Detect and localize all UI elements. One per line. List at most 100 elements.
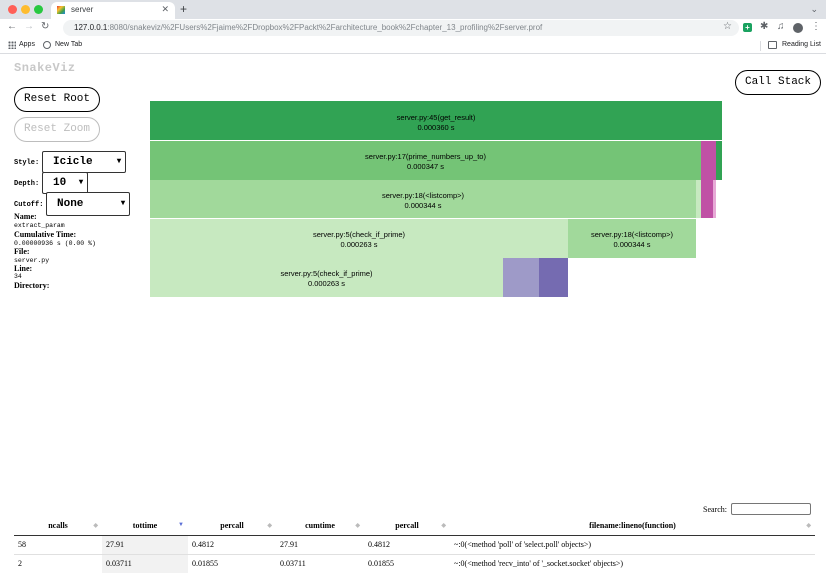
bookmarks-divider	[760, 41, 761, 51]
chevron-down-icon: ▾	[78, 178, 83, 187]
block-label: server.py:17(prime_numbers_up_to)	[365, 152, 486, 161]
block-time: 0.000263 s	[340, 240, 378, 249]
back-icon[interactable]: ←	[7, 21, 17, 32]
window-zoom-button[interactable]	[34, 5, 43, 14]
bookmark-apps[interactable]: Apps	[19, 41, 35, 48]
block-time: 0.000347 s	[406, 162, 445, 171]
forward-icon[interactable]: →	[24, 21, 34, 32]
cell-ncalls: 58	[14, 535, 102, 555]
tab-close-icon[interactable]: ✕	[161, 4, 169, 15]
block-label: server.py:5(check_if_prime)	[280, 269, 373, 278]
icicle-block[interactable]: server.py:5(check_if_prime) 0.000263 s	[150, 258, 503, 297]
snakeviz-logo: SnakeViz	[14, 61, 76, 75]
bookmark-new-tab[interactable]: New Tab	[55, 41, 82, 48]
info-file-value: server.py	[14, 257, 50, 264]
bookmarks-bar: Apps New Tab Reading List	[0, 37, 826, 54]
style-select-value: Icicle	[53, 156, 93, 168]
style-select[interactable]: Icicle ▾	[42, 151, 126, 173]
info-line-label: Line:	[14, 264, 33, 273]
address-bar[interactable]: 127.0.0.1:8080/snakeviz/%2FUsers%2Fjaime…	[63, 20, 739, 36]
reading-list-button[interactable]: Reading List	[782, 41, 821, 48]
cell-cumtime: 0.03711	[276, 554, 364, 573]
icicle-block[interactable]: server.py:17(prime_numbers_up_to) 0.0003…	[150, 141, 701, 180]
search-input[interactable]	[731, 503, 811, 515]
cell-tottime: 0.03711	[102, 554, 188, 573]
block-label: server.py:18(<listcomp>)	[590, 230, 674, 239]
reset-zoom-button[interactable]: Reset Zoom	[14, 117, 100, 142]
cell-percall-2: 0.4812	[364, 535, 450, 555]
icicle-block[interactable]: server.py:18(<listcomp>) 0.000344 s	[150, 180, 696, 218]
sort-icon: ◆	[93, 523, 98, 529]
block-time: 0.000360 s	[417, 123, 455, 132]
block-time: 0.000344 s	[404, 201, 442, 210]
sort-icon: ◆	[355, 523, 360, 529]
icicle-block[interactable]: server.py:45(get_result) 0.000360 s	[150, 101, 722, 140]
depth-select-value: 10	[53, 177, 67, 189]
profile-avatar[interactable]	[793, 23, 803, 33]
block-label: server.py:18(<listcomp>)	[381, 191, 465, 200]
cell-percall-2: 0.01855	[364, 554, 450, 573]
depth-select[interactable]: 10 ▾	[42, 172, 88, 194]
col-header-cumtime[interactable]: cumtime ◆	[276, 516, 364, 536]
col-header-percall[interactable]: percall ◆	[188, 516, 276, 536]
info-file-label: File:	[14, 247, 30, 256]
cell-tottime: 27.91	[102, 535, 188, 555]
cell-percall: 0.01855	[188, 554, 276, 573]
depth-label: Depth:	[14, 180, 40, 188]
sort-desc-icon: ▼	[178, 522, 184, 528]
browser-tab[interactable]: server ✕	[51, 2, 175, 19]
icicle-block-small[interactable]	[503, 258, 539, 297]
col-header-filename[interactable]: filename:lineno(function) ◆	[450, 516, 815, 536]
col-header-tottime[interactable]: tottime ▼	[102, 516, 188, 536]
reading-list-icon	[768, 41, 777, 49]
browser-toolbar: ← → ↻ 127.0.0.1:8080/snakeviz/%2FUsers%2…	[0, 19, 826, 37]
icicle-block[interactable]: server.py:18(<listcomp>) 0.000344 s	[568, 219, 696, 258]
browser-titlebar: server ✕ + ⌄	[0, 0, 826, 19]
reload-icon[interactable]: ↻	[41, 21, 49, 32]
cutoff-select-value: None	[57, 198, 84, 210]
info-name-value: extract_param	[14, 222, 65, 229]
chevron-down-icon: ▾	[116, 157, 121, 166]
style-label: Style:	[14, 159, 40, 167]
info-line-value: 34	[14, 273, 22, 278]
sort-icon: ◆	[267, 523, 272, 529]
menu-icon[interactable]: ⋮	[811, 21, 821, 32]
block-label: server.py:45(get_result)	[396, 113, 476, 122]
apps-grid-icon[interactable]	[8, 41, 16, 49]
block-time: 0.000344 s	[613, 240, 651, 249]
window-close-button[interactable]	[8, 5, 17, 14]
table-row[interactable]: 2 0.03711 0.01855 0.03711 0.01855 ~:0(<m…	[14, 554, 815, 573]
reset-root-button[interactable]: Reset Root	[14, 87, 100, 112]
sort-icon: ◆	[441, 523, 446, 529]
icicle-block-small[interactable]	[701, 141, 716, 180]
info-directory-label: Directory:	[14, 281, 50, 290]
search-label: Search:	[703, 505, 727, 514]
cell-cumtime: 27.91	[276, 535, 364, 555]
icicle-block-small[interactable]	[713, 180, 716, 218]
col-header-ncalls[interactable]: ncalls ◆	[14, 516, 102, 536]
chevron-down-icon: ▾	[120, 199, 125, 208]
extension-plus-icon[interactable]: +	[743, 23, 752, 32]
icicle-block-small[interactable]	[539, 258, 568, 297]
window-minimize-button[interactable]	[21, 5, 30, 14]
icicle-block[interactable]: server.py:5(check_if_prime) 0.000263 s	[150, 219, 568, 258]
call-stack-button[interactable]: Call Stack	[735, 70, 821, 95]
col-header-percall-2[interactable]: percall ◆	[364, 516, 450, 536]
snakeviz-favicon-icon	[57, 6, 65, 14]
info-cumtime-label: Cumulative Time:	[14, 230, 77, 239]
tab-search-chevron-icon[interactable]: ⌄	[810, 4, 818, 15]
tab-title: server	[71, 5, 94, 14]
table-row[interactable]: 58 27.91 0.4812 27.91 0.4812 ~:0(<method…	[14, 535, 815, 555]
cell-function: ~:0(<method 'poll' of 'select.poll' obje…	[450, 535, 815, 555]
icicle-block-small[interactable]	[716, 141, 722, 180]
bookmark-star-icon[interactable]: ☆	[723, 21, 732, 32]
icicle-block-small[interactable]	[701, 180, 713, 218]
cell-percall: 0.4812	[188, 535, 276, 555]
media-icon[interactable]: ♫	[777, 21, 785, 32]
new-tab-icon[interactable]: +	[180, 2, 187, 16]
extensions-puzzle-icon[interactable]: ✱	[760, 21, 768, 32]
block-time: 0.000263 s	[307, 279, 346, 288]
cutoff-select[interactable]: None ▾	[46, 192, 130, 216]
info-name-label: Name:	[14, 212, 37, 221]
cell-ncalls: 2	[14, 554, 102, 573]
